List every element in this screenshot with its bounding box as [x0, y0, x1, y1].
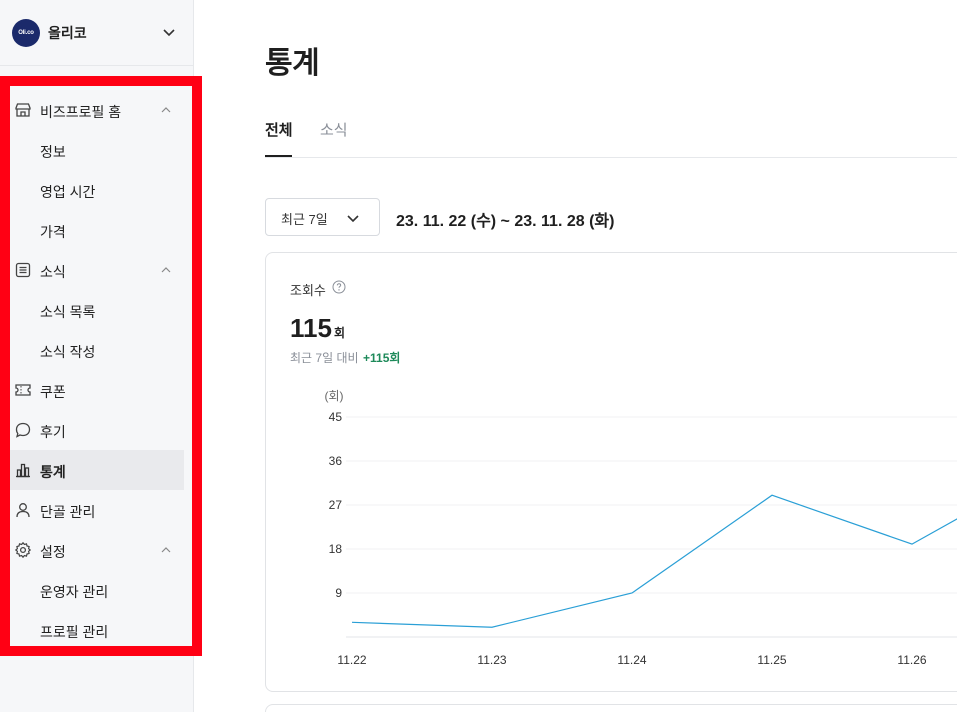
y-axis-unit-label: (회) [324, 389, 343, 403]
sidebar-item-label: 쿠폰 [40, 384, 66, 400]
sidebar-item-news-write[interactable]: 소식 작성 [10, 330, 184, 370]
chevron-up-icon[interactable] [160, 264, 172, 276]
period-select-value: 최근 7일 [281, 212, 328, 227]
y-tick-label: 18 [329, 542, 343, 556]
tab-bar: 전체 소식 [265, 108, 957, 158]
y-tick-label: 9 [335, 586, 342, 600]
date-range: 23. 11. 22 (수) ~ 23. 11. 28 (화) [396, 213, 615, 230]
sidebar-item-label: 비즈프로필 홈 [40, 104, 122, 120]
x-tick-label: 11.25 [757, 653, 786, 667]
chevron-up-icon[interactable] [160, 544, 172, 556]
x-tick-label: 11.23 [477, 653, 506, 667]
sidebar-item-label: 정보 [40, 144, 66, 160]
sidebar-item-label: 영업 시간 [40, 184, 96, 200]
user-icon [16, 503, 30, 518]
chevron-up-icon[interactable] [160, 104, 172, 116]
sidebar-item-info[interactable]: 정보 [10, 130, 184, 170]
sidebar-item-label: 후기 [40, 424, 66, 440]
sidebar-item-label: 가격 [40, 224, 66, 240]
store-icon [15, 103, 31, 117]
business-name: 올리코 [48, 24, 87, 41]
sidebar-item-profile[interactable]: 프로필 관리 [10, 610, 184, 650]
period-select[interactable]: 최근 7일 [265, 198, 380, 236]
sidebar-item-business-hours[interactable]: 영업 시간 [10, 170, 184, 210]
x-tick-label: 11.22 [337, 653, 366, 667]
sidebar-item-label: 프로필 관리 [40, 624, 109, 640]
sidebar-item-regulars[interactable]: 단골 관리 [10, 490, 184, 530]
sidebar-item-label: 소식 [40, 264, 66, 280]
sidebar-item-news-list[interactable]: 소식 목록 [10, 290, 184, 330]
business-switcher[interactable]: Oli.co 올리코 [0, 0, 194, 66]
bar-chart-icon [16, 463, 30, 478]
speech-bubble-icon [15, 422, 31, 438]
sidebar-item-reviews[interactable]: 후기 [10, 410, 184, 450]
sidebar-item-label: 설정 [40, 544, 66, 560]
sidebar-item-bizprofile-home[interactable]: 비즈프로필 홈 [10, 90, 184, 130]
sidebar-item-statistics[interactable]: 통계 [10, 450, 184, 490]
views-series-line [351, 494, 957, 628]
gear-icon [14, 541, 32, 559]
document-list-icon [15, 262, 31, 278]
chevron-down-icon [347, 215, 359, 223]
tab-all[interactable]: 전체 [265, 119, 293, 140]
page-title: 통계 [265, 47, 320, 80]
sidebar-item-label: 단골 관리 [40, 504, 96, 520]
sidebar-item-label: 운영자 관리 [40, 584, 109, 600]
views-card: 조회수 115 회 최근 7일 대비 +115회 (회) 9 18 27 36 45 11.… [265, 252, 957, 692]
sidebar-nav: 비즈프로필 홈 정보 영업 시간 가격 소식 소식 목록 소식 작성 쿠폰 후기… [0, 76, 202, 656]
tab-news[interactable]: 소식 [320, 119, 348, 140]
sidebar-item-coupon[interactable]: 쿠폰 [10, 370, 184, 410]
sidebar-item-news[interactable]: 소식 [10, 250, 184, 290]
x-tick-label: 11.26 [897, 653, 926, 667]
chevron-down-icon[interactable] [162, 25, 176, 39]
views-line-chart: (회) 9 18 27 36 45 11.22 11.23 11.24 11.25 11.26 [324, 389, 957, 667]
main-content: 통계 전체 소식 최근 7일 23. 11. 22 (수) ~ 23. 11. … [195, 0, 957, 712]
sidebar-item-price[interactable]: 가격 [10, 210, 184, 250]
x-tick-label: 11.24 [617, 653, 646, 667]
active-tab-indicator [265, 155, 292, 157]
y-tick-label: 36 [329, 454, 343, 468]
sidebar-item-label: 소식 목록 [40, 304, 96, 320]
sidebar-item-label: 통계 [40, 464, 66, 480]
sidebar-item-settings[interactable]: 설정 [10, 530, 184, 570]
sidebar-item-label: 소식 작성 [40, 344, 96, 360]
ticket-icon [15, 384, 31, 396]
y-tick-label: 45 [329, 410, 343, 424]
sidebar-item-operators[interactable]: 운영자 관리 [10, 570, 184, 610]
next-card [265, 704, 957, 712]
y-tick-label: 27 [329, 498, 343, 512]
brand-logo: Oli.co [12, 18, 40, 47]
